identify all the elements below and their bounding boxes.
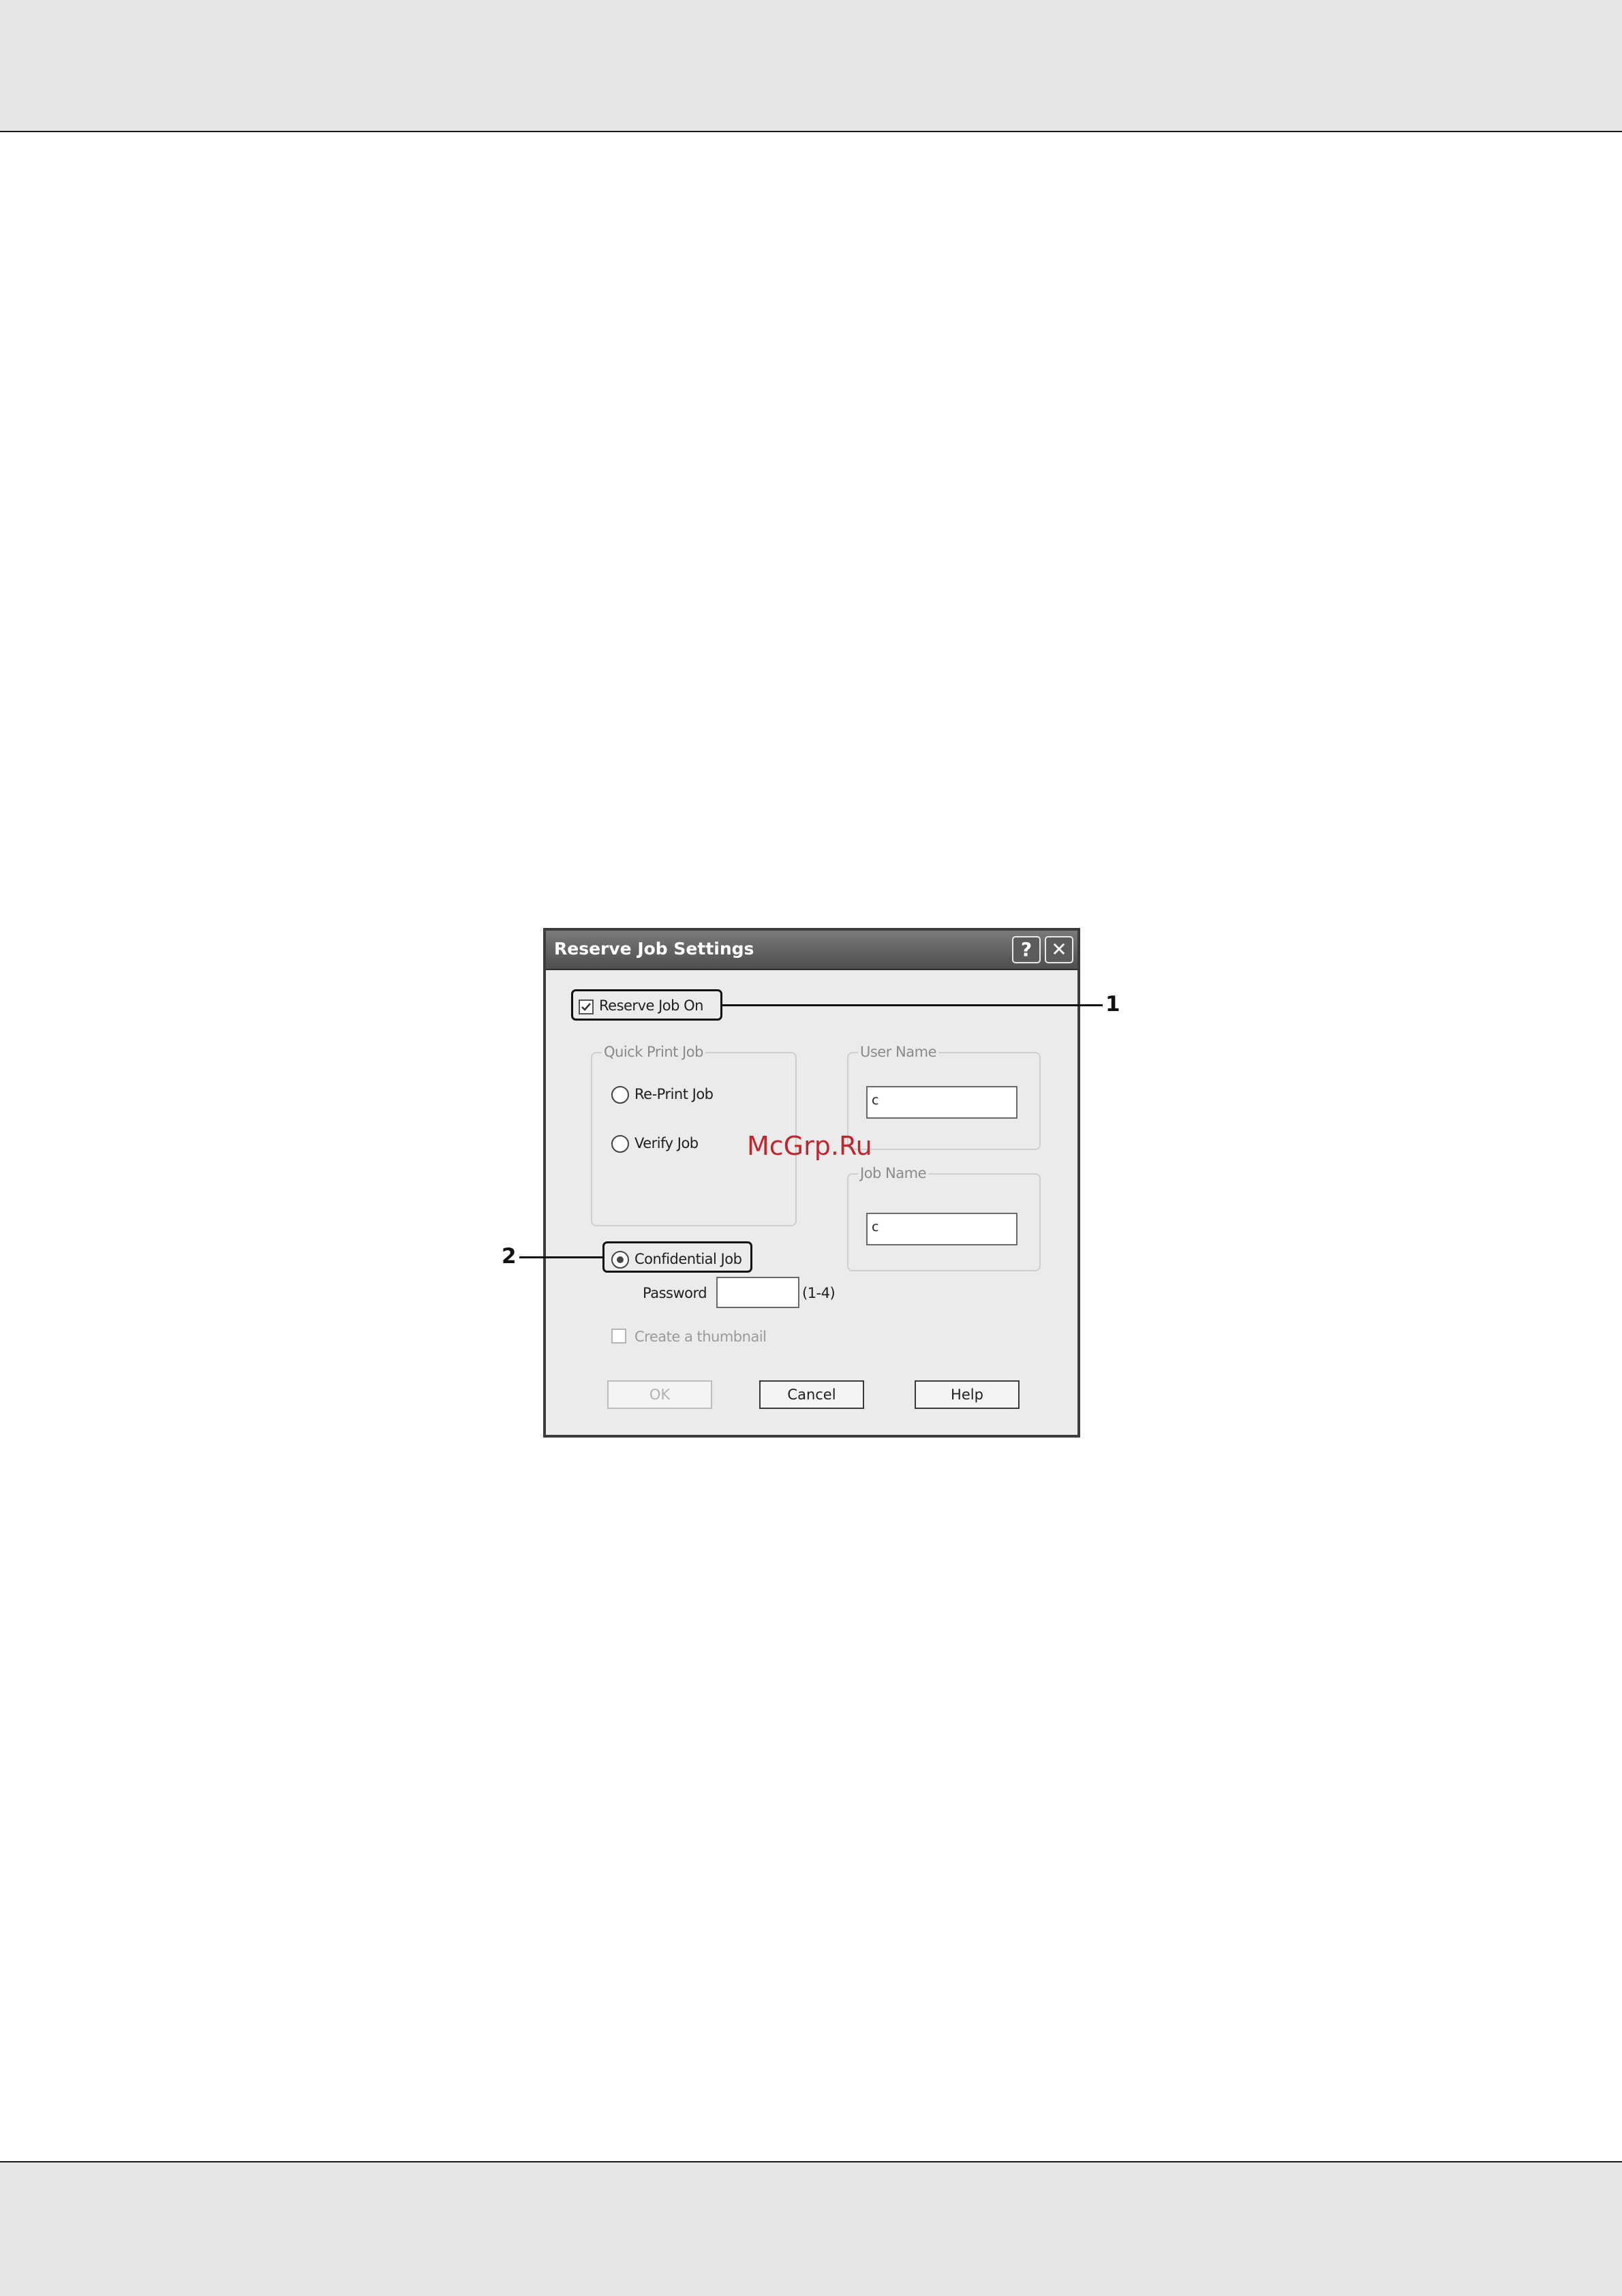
job-name-field[interactable]: c	[866, 1213, 1017, 1245]
dialog-title: Reserve Job Settings	[554, 939, 754, 959]
re-print-job-radio[interactable]	[611, 1086, 629, 1104]
callout-number-2: 2	[502, 1244, 517, 1269]
ok-button[interactable]: OK	[607, 1380, 712, 1409]
dialog-titlebar: Reserve Job Settings ? ✕	[546, 931, 1077, 970]
password-hint: (1-4)	[802, 1285, 836, 1301]
quick-print-job-legend: Quick Print Job	[602, 1044, 705, 1060]
create-thumbnail-label[interactable]: Create a thumbnail	[634, 1329, 767, 1345]
help-icon[interactable]: ?	[1012, 936, 1041, 963]
callout-box-2	[602, 1241, 752, 1273]
callout-box-1	[571, 989, 722, 1021]
job-name-legend: Job Name	[858, 1165, 929, 1181]
cancel-button[interactable]: Cancel	[759, 1380, 864, 1409]
password-field[interactable]	[716, 1277, 799, 1308]
page-footer-band	[0, 2161, 1622, 2296]
callout-number-1: 1	[1105, 992, 1120, 1017]
verify-job-label[interactable]: Verify Job	[634, 1135, 699, 1151]
user-name-field[interactable]: c	[866, 1086, 1017, 1119]
watermark-text: McGrp.Ru	[747, 1131, 872, 1161]
create-thumbnail-checkbox[interactable]	[611, 1329, 626, 1344]
help-button[interactable]: Help	[915, 1380, 1020, 1409]
password-label: Password	[643, 1285, 707, 1301]
callout-line-1	[722, 1004, 1103, 1006]
user-name-legend: User Name	[858, 1044, 938, 1060]
page-header-band	[0, 0, 1622, 132]
verify-job-radio[interactable]	[611, 1135, 629, 1153]
re-print-job-label[interactable]: Re-Print Job	[634, 1086, 714, 1102]
close-icon[interactable]: ✕	[1045, 936, 1073, 963]
callout-line-2	[519, 1256, 602, 1258]
